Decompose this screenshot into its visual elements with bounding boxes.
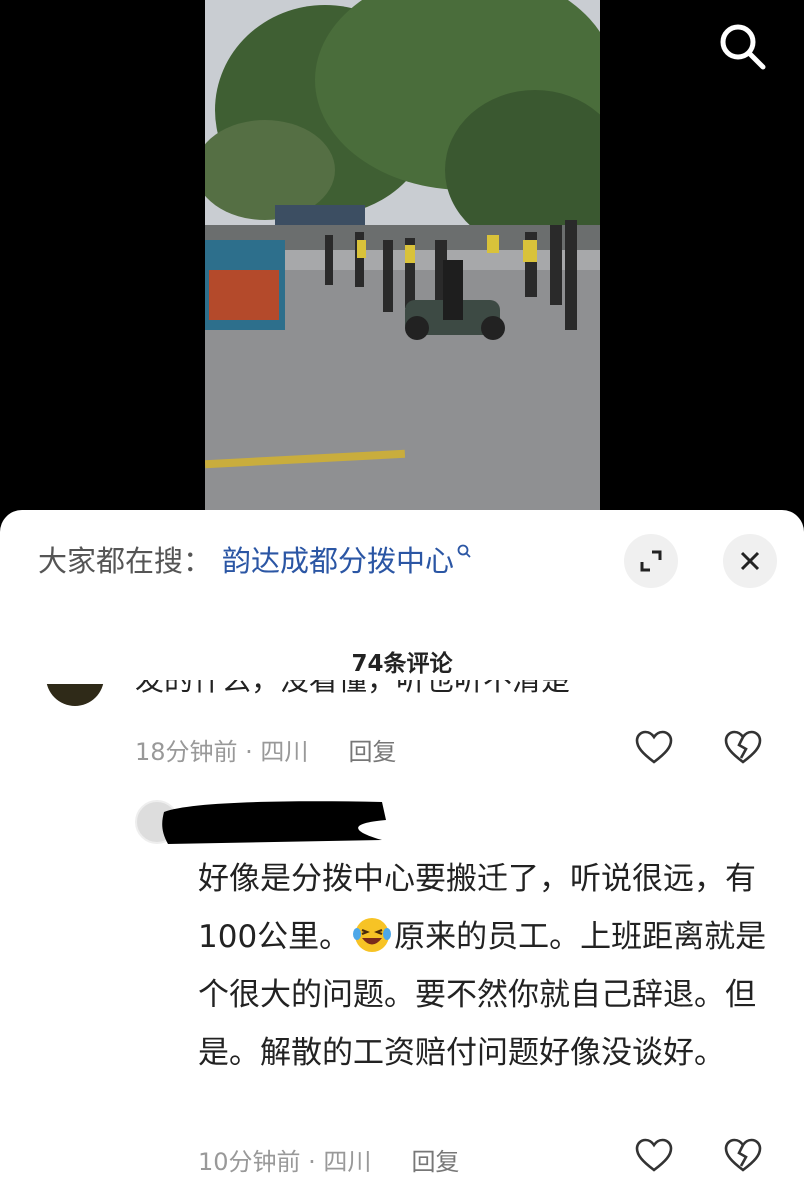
comment-time-location: 10分钟前 · 四川 — [198, 1148, 372, 1176]
redacted-username — [162, 801, 386, 844]
search-icon — [457, 544, 471, 558]
expand-icon — [640, 550, 662, 572]
close-icon — [740, 551, 760, 571]
comment-meta: 18分钟前 · 四川 回复 — [135, 732, 396, 767]
street-scene-image — [205, 0, 600, 510]
comment-text: 好像是分拨中心要搬迁了，听说很远，有100公里。 原来的员工。上班距离就是个很大… — [198, 861, 767, 1071]
comment-sheet: 大家都在搜： 韵达成都分拨中心 74条评论 发的什么，没看懂，听也听不清楚 18… — [0, 510, 804, 1199]
hot-search-bar[interactable]: 大家都在搜： 韵达成都分拨中心 — [38, 534, 471, 584]
comment-count-title: 74条评论 — [351, 651, 453, 677]
search-button[interactable] — [718, 22, 768, 72]
video-frame[interactable] — [205, 0, 600, 510]
search-icon — [720, 24, 766, 70]
broken-heart-icon[interactable] — [723, 1136, 763, 1176]
video-player[interactable] — [0, 0, 804, 530]
reply-button[interactable]: 回复 — [348, 732, 396, 767]
comment-meta: 10分钟前 · 四川 回复 — [198, 1142, 459, 1177]
hot-search-label: 大家都在搜： — [38, 544, 213, 578]
close-button[interactable] — [723, 534, 777, 588]
comment-text: 发的什么，没看懂，听也听不清楚 — [135, 680, 571, 697]
comment-time-location: 18分钟前 · 四川 — [135, 738, 309, 766]
heart-icon[interactable] — [634, 1136, 674, 1176]
expand-button[interactable] — [624, 534, 678, 588]
avatar[interactable] — [46, 684, 104, 706]
heart-icon[interactable] — [634, 728, 674, 768]
reply-button[interactable]: 回复 — [411, 1142, 459, 1177]
laughing-crying-emoji-icon — [353, 918, 392, 952]
hot-search-term[interactable]: 韵达成都分拨中心 — [222, 538, 454, 580]
broken-heart-icon[interactable] — [723, 728, 763, 768]
